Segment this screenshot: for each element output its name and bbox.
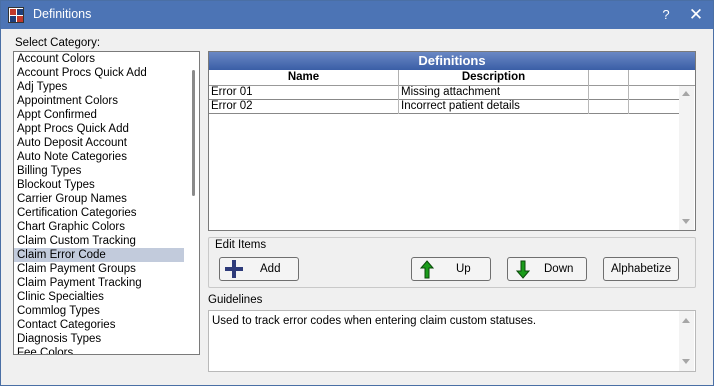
column-header-name[interactable]: Name — [209, 70, 399, 86]
grid-app-icon — [8, 7, 24, 23]
category-item[interactable]: Contact Categories — [14, 318, 184, 332]
up-button[interactable]: Up — [411, 257, 491, 281]
down-button-label: Down — [544, 263, 574, 275]
category-item[interactable]: Claim Custom Tracking — [14, 234, 184, 248]
category-item[interactable]: Blockout Types — [14, 178, 184, 192]
row-description-cell: Missing attachment — [399, 86, 589, 100]
row-blank-cell — [589, 86, 629, 100]
category-item[interactable]: Fee Colors — [14, 346, 184, 354]
category-item[interactable]: Appointment Colors — [14, 94, 184, 108]
edit-items-group: Edit Items Add Up Down Alphabetize — [208, 237, 696, 288]
row-name-cell: Error 01 — [209, 86, 399, 100]
grid-header: Name Description — [209, 70, 695, 86]
category-item[interactable]: Appt Confirmed — [14, 108, 184, 122]
category-item[interactable]: Diagnosis Types — [14, 332, 184, 346]
category-item[interactable]: Claim Payment Groups — [14, 262, 184, 276]
scroll-up-icon[interactable] — [682, 91, 690, 96]
add-button-label: Add — [260, 263, 281, 275]
title-bar[interactable]: Definitions ? ✕ — [1, 1, 713, 29]
category-item[interactable]: Adj Types — [14, 80, 184, 94]
category-item[interactable]: Certification Categories — [14, 206, 184, 220]
category-item[interactable]: Carrier Group Names — [14, 192, 184, 206]
grid-scrollbar[interactable] — [679, 86, 694, 230]
guidelines-text: Used to track error codes when entering … — [212, 315, 537, 327]
guidelines-textbox[interactable]: Used to track error codes when entering … — [208, 310, 696, 372]
table-row[interactable]: Error 02 Incorrect patient details — [209, 100, 679, 114]
category-scrollbar-thumb[interactable] — [192, 70, 195, 196]
guidelines-scrollbar[interactable] — [679, 311, 694, 371]
up-button-label: Up — [456, 263, 471, 275]
category-item[interactable]: Account Procs Quick Add — [14, 66, 184, 80]
column-header-description[interactable]: Description — [399, 70, 589, 86]
help-button[interactable]: ? — [656, 5, 676, 25]
close-button[interactable]: ✕ — [685, 5, 707, 25]
category-item[interactable]: Commlog Types — [14, 304, 184, 318]
window-title: Definitions — [33, 7, 92, 21]
green-up-arrow-icon — [420, 260, 434, 279]
category-item[interactable]: Claim Error Code — [14, 248, 184, 262]
scroll-up-icon[interactable] — [682, 318, 690, 323]
scroll-down-icon[interactable] — [682, 359, 690, 364]
grid-title: Definitions — [209, 52, 695, 70]
down-button[interactable]: Down — [507, 257, 587, 281]
add-button[interactable]: Add — [219, 257, 299, 281]
category-item[interactable]: Auto Deposit Account — [14, 136, 184, 150]
guidelines-label: Guidelines — [208, 294, 263, 306]
category-list[interactable]: Account Colors Account Procs Quick Add Adj… — [13, 51, 200, 355]
row-blank-cell — [589, 100, 629, 114]
column-header-blank-2[interactable] — [629, 70, 695, 86]
category-item[interactable]: Appt Procs Quick Add — [14, 122, 184, 136]
category-item[interactable]: Auto Note Categories — [14, 150, 184, 164]
scroll-down-icon[interactable] — [682, 219, 690, 224]
edit-items-label: Edit Items — [215, 239, 267, 251]
column-header-blank-1[interactable] — [589, 70, 629, 86]
definitions-window: Definitions ? ✕ Select Category: Account… — [0, 0, 714, 386]
category-item[interactable]: Clinic Specialties — [14, 290, 184, 304]
category-item[interactable]: Claim Payment Tracking — [14, 276, 184, 290]
row-name-cell: Error 02 — [209, 100, 399, 114]
category-item[interactable]: Account Colors — [14, 52, 184, 66]
alphabetize-button-label: Alphabetize — [611, 263, 672, 275]
definitions-grid[interactable]: Definitions Name Description Error 01 Mi… — [208, 51, 696, 231]
category-item[interactable]: Chart Graphic Colors — [14, 220, 184, 234]
select-category-label: Select Category: — [15, 37, 101, 49]
table-row[interactable]: Error 01 Missing attachment — [209, 86, 679, 100]
green-down-arrow-icon — [516, 260, 530, 279]
category-item[interactable]: Billing Types — [14, 164, 184, 178]
alphabetize-button[interactable]: Alphabetize — [603, 257, 679, 281]
row-description-cell: Incorrect patient details — [399, 100, 589, 114]
